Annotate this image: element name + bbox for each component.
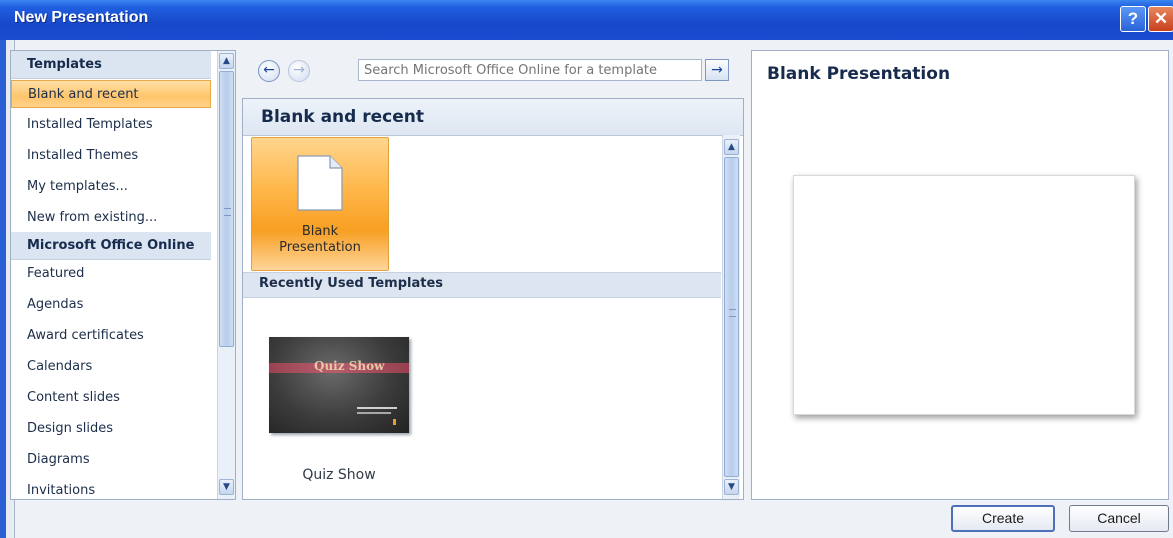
document-icon (297, 155, 343, 211)
recent-templates-title: Recently Used Templates (259, 276, 444, 291)
cancel-button[interactable]: Cancel (1069, 505, 1169, 532)
search-go-button[interactable]: → (705, 59, 729, 81)
nav-item-diagrams[interactable]: Diagrams (11, 446, 211, 474)
nav-item-my-templates[interactable]: My templates... (11, 173, 211, 201)
nav-scrollbar[interactable]: ▲ ▼ (217, 51, 235, 499)
nav-item-invitations[interactable]: Invitations (11, 477, 211, 499)
grip-icon (729, 309, 736, 317)
arrow-right-icon: → (293, 62, 305, 78)
nav-header-templates: Templates (11, 51, 211, 79)
scroll-up-icon[interactable]: ▲ (219, 53, 234, 69)
scroll-down-icon[interactable]: ▼ (724, 479, 739, 495)
nav-item-blank-and-recent[interactable]: Blank and recent (11, 80, 211, 108)
quiz-show-thumb-title: Quiz Show (314, 359, 385, 373)
nav-item-award-certificates[interactable]: Award certificates (11, 322, 211, 350)
grip-icon (224, 208, 231, 216)
back-button[interactable]: ← (258, 60, 280, 82)
nav-item-design-slides[interactable]: Design slides (11, 415, 211, 443)
gallery-title: Blank and recent (261, 107, 424, 127)
nav-header-office-online: Microsoft Office Online (11, 232, 211, 260)
gallery-scrollbar-thumb[interactable] (724, 157, 739, 477)
title-bar: New Presentation ? ✕ (0, 0, 1173, 40)
create-button[interactable]: Create (951, 505, 1055, 532)
window-title: New Presentation (14, 9, 149, 26)
arrow-right-icon: → (711, 62, 723, 78)
nav-item-installed-templates[interactable]: Installed Templates (11, 111, 211, 139)
slide-preview (793, 175, 1135, 415)
close-button[interactable]: ✕ (1148, 6, 1173, 32)
nav-scrollbar-thumb[interactable] (219, 71, 234, 347)
quiz-show-label: Quiz Show (302, 467, 376, 483)
search-toolbar: ← → → (242, 50, 742, 94)
help-icon: ? (1127, 9, 1139, 28)
gallery-scrollbar[interactable]: ▲ ▼ (722, 135, 740, 499)
template-categories-list: Templates Blank and recent Installed Tem… (10, 50, 236, 500)
nav-item-agendas[interactable]: Agendas (11, 291, 211, 319)
scroll-down-icon[interactable]: ▼ (219, 479, 234, 495)
arrow-left-icon: ← (263, 62, 275, 78)
quiz-show-thumbnail[interactable]: Quiz Show (269, 337, 409, 433)
nav-item-installed-themes[interactable]: Installed Themes (11, 142, 211, 170)
forward-button[interactable]: → (288, 60, 310, 82)
template-search-input[interactable] (358, 59, 702, 81)
preview-title: Blank Presentation (767, 64, 951, 84)
preview-pane: Blank Presentation (751, 50, 1169, 500)
close-icon: ✕ (1153, 9, 1169, 28)
nav-item-featured[interactable]: Featured (11, 260, 211, 288)
help-button[interactable]: ? (1120, 6, 1146, 32)
template-gallery: Blank and recent Blank Presentation Rece… (242, 98, 744, 500)
nav-item-new-from-existing[interactable]: New from existing... (11, 204, 211, 232)
nav-item-content-slides[interactable]: Content slides (11, 384, 211, 412)
scroll-up-icon[interactable]: ▲ (724, 139, 739, 155)
gallery-header: Blank and recent (243, 99, 743, 136)
blank-presentation-label: Blank Presentation (279, 224, 361, 255)
nav-item-calendars[interactable]: Calendars (11, 353, 211, 381)
blank-presentation-tile[interactable]: Blank Presentation (251, 137, 389, 271)
recent-templates-header: Recently Used Templates (243, 272, 721, 298)
